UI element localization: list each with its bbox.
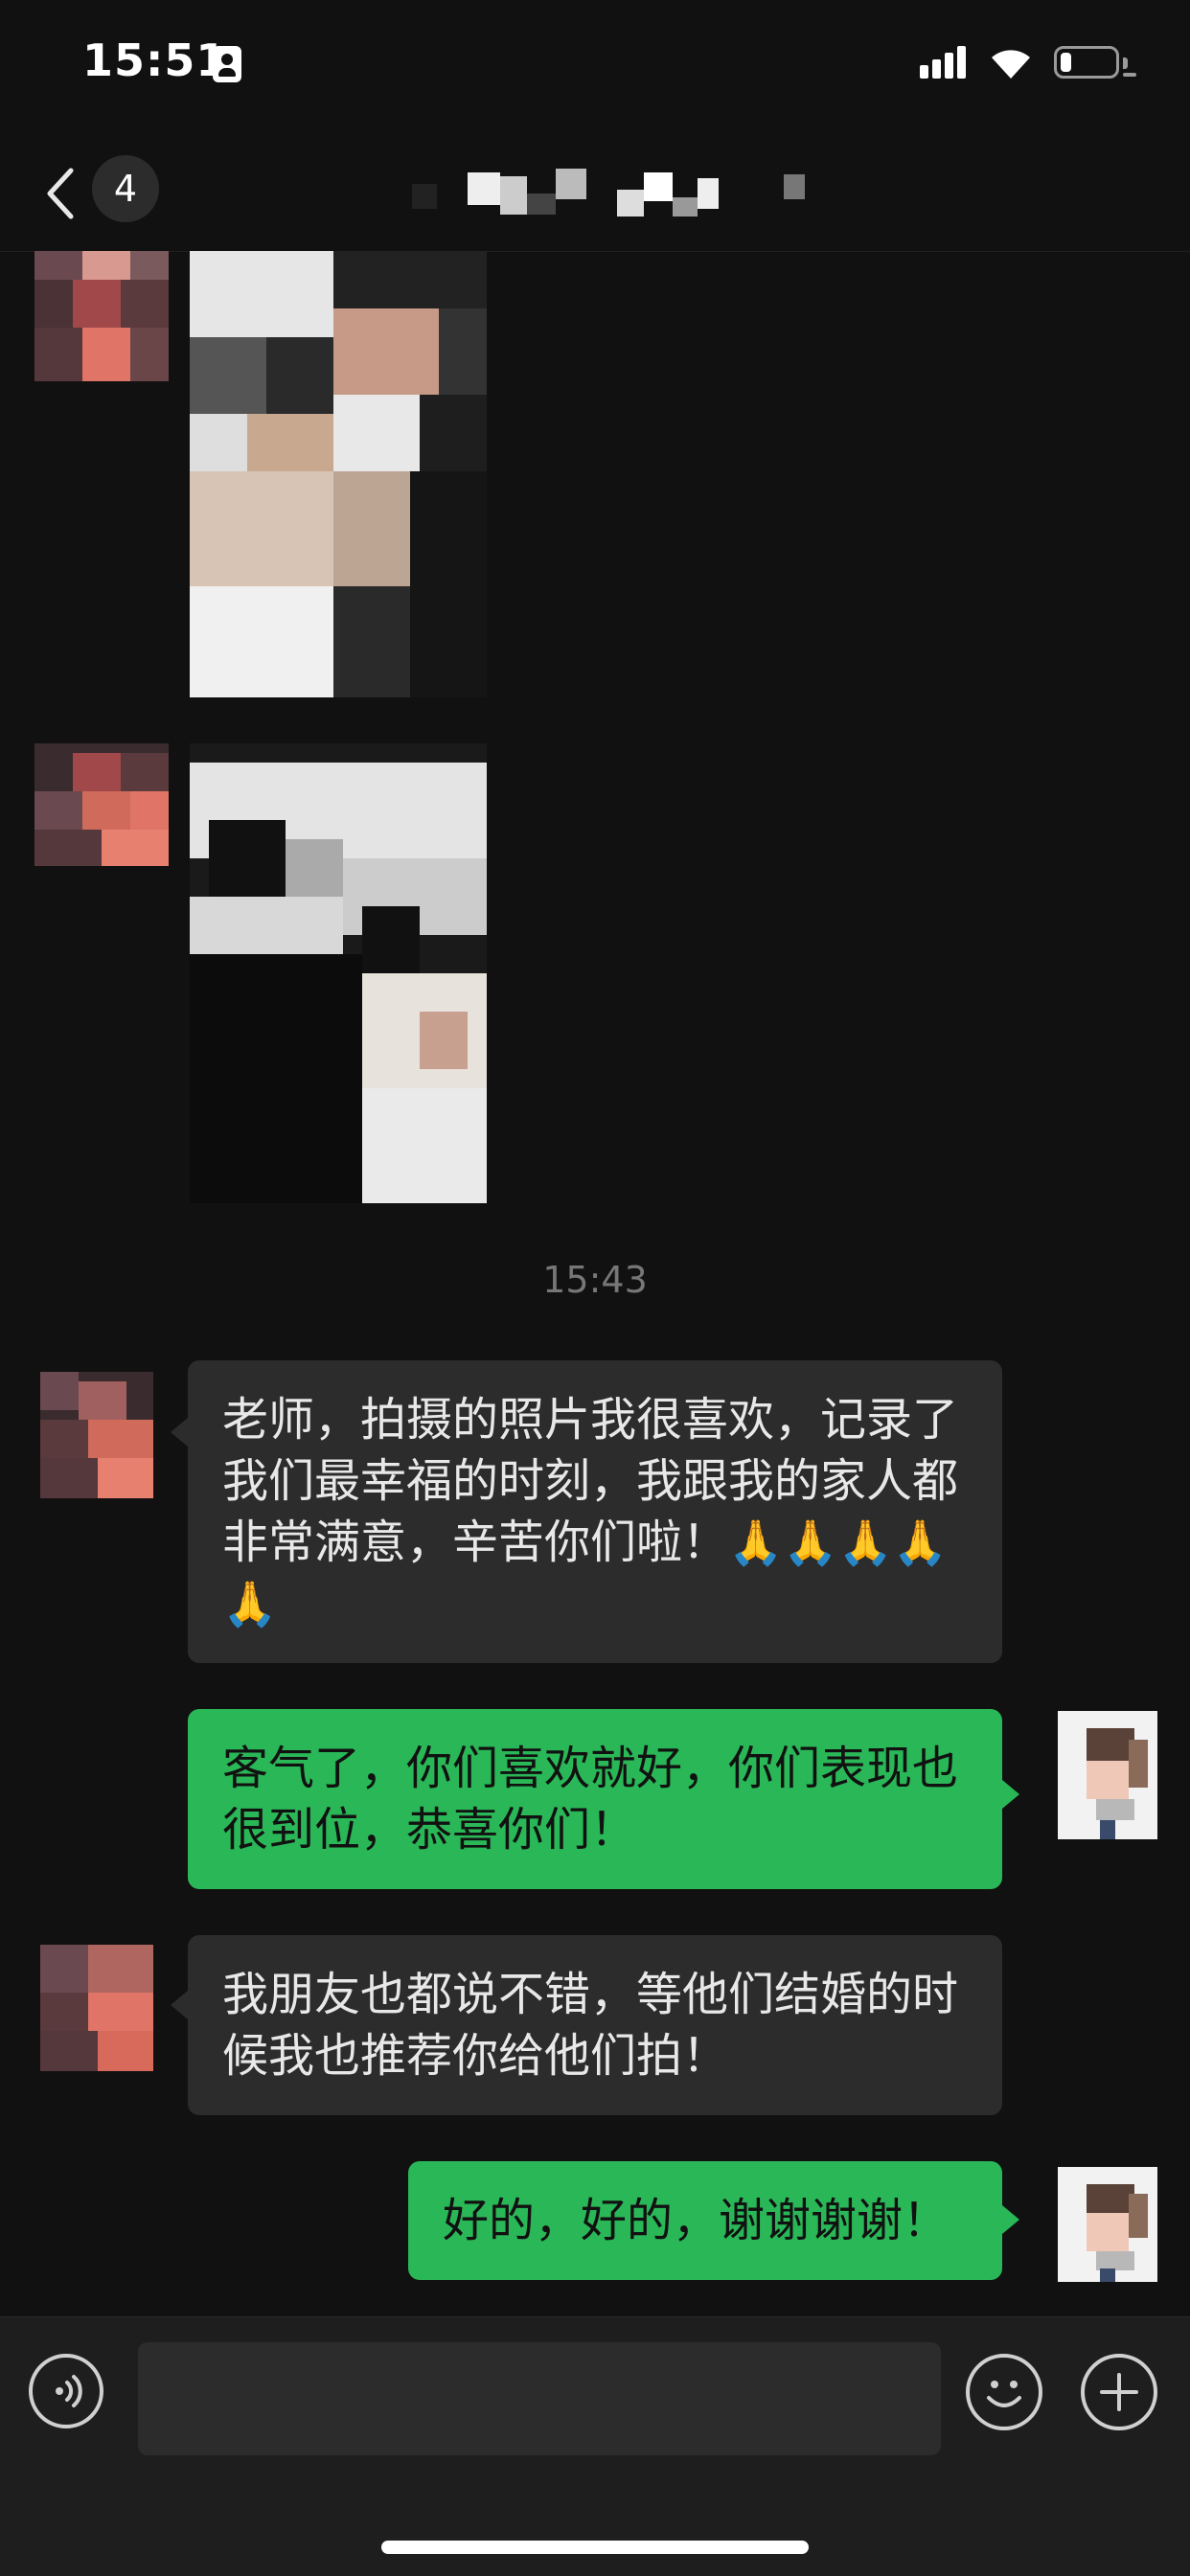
status-bar: 15:51 — [0, 0, 1190, 134]
message-input[interactable] — [138, 2342, 941, 2455]
chat-title-pixelated — [412, 155, 814, 232]
message-bubble-outgoing[interactable]: 客气了，你们喜欢就好，你们表现也很到位，恭喜你们！ — [188, 1709, 1002, 1889]
input-bar — [0, 2316, 1190, 2576]
bubble-tail — [171, 1418, 188, 1447]
battery-icon — [1054, 46, 1119, 79]
message-bubble-outgoing[interactable]: 好的，好的，谢谢谢谢！ — [408, 2161, 1002, 2280]
wifi-icon — [992, 50, 1030, 79]
shared-photo[interactable] — [190, 743, 487, 1203]
home-indicator[interactable] — [381, 2541, 809, 2554]
contact-avatar[interactable] — [34, 743, 169, 866]
emoji-icon[interactable] — [966, 2354, 1042, 2430]
time-divider: 15:43 — [542, 1259, 648, 1301]
folded-hands-emoji: 🙏 — [728, 1516, 784, 1568]
message-text: 好的，好的，谢谢谢谢！ — [443, 2194, 950, 2247]
chat-header: 4 — [0, 144, 1190, 252]
contact-avatar[interactable] — [40, 1945, 153, 2071]
message-bubble-incoming[interactable]: 老师，拍摄的照片我很喜欢，记录了我们最幸福的时刻，我跟我的家人都非常满意，辛苦你… — [188, 1360, 1002, 1663]
folded-hands-emoji: 🙏 — [783, 1516, 838, 1568]
contact-avatar[interactable] — [34, 251, 169, 381]
contact-card-icon — [213, 46, 241, 82]
folded-hands-emoji: 🙏 — [892, 1516, 949, 1568]
my-avatar[interactable] — [1058, 2167, 1157, 2282]
my-avatar[interactable] — [1058, 1711, 1157, 1839]
status-time: 15:51 — [82, 34, 228, 86]
message-bubble-incoming[interactable]: 我朋友也都说不错，等他们结婚的时候我也推荐你给他们拍！ — [188, 1935, 1002, 2115]
message-text: 我朋友也都说不错，等他们结婚的时候我也推荐你给他们拍！ — [222, 1968, 959, 2083]
folded-hands-emoji: 🙏 — [222, 1578, 278, 1630]
signal-icon — [920, 46, 966, 79]
voice-icon[interactable] — [29, 2354, 103, 2428]
message-text: 客气了，你们喜欢就好，你们表现也很到位，恭喜你们！ — [222, 1742, 959, 1857]
chevron-left-icon[interactable] — [42, 165, 84, 222]
bubble-tail — [1002, 2205, 1019, 2234]
unread-count-badge[interactable]: 4 — [92, 155, 159, 222]
plus-icon[interactable] — [1081, 2354, 1157, 2430]
low-power-indicator — [1123, 73, 1136, 77]
battery-tip — [1123, 57, 1128, 69]
folded-hands-emoji: 🙏 — [837, 1516, 893, 1568]
contact-avatar[interactable] — [40, 1372, 153, 1498]
bubble-tail — [171, 1991, 188, 2019]
bubble-tail — [1002, 1780, 1019, 1809]
shared-photo[interactable] — [190, 251, 487, 697]
battery-level — [1061, 53, 1071, 72]
